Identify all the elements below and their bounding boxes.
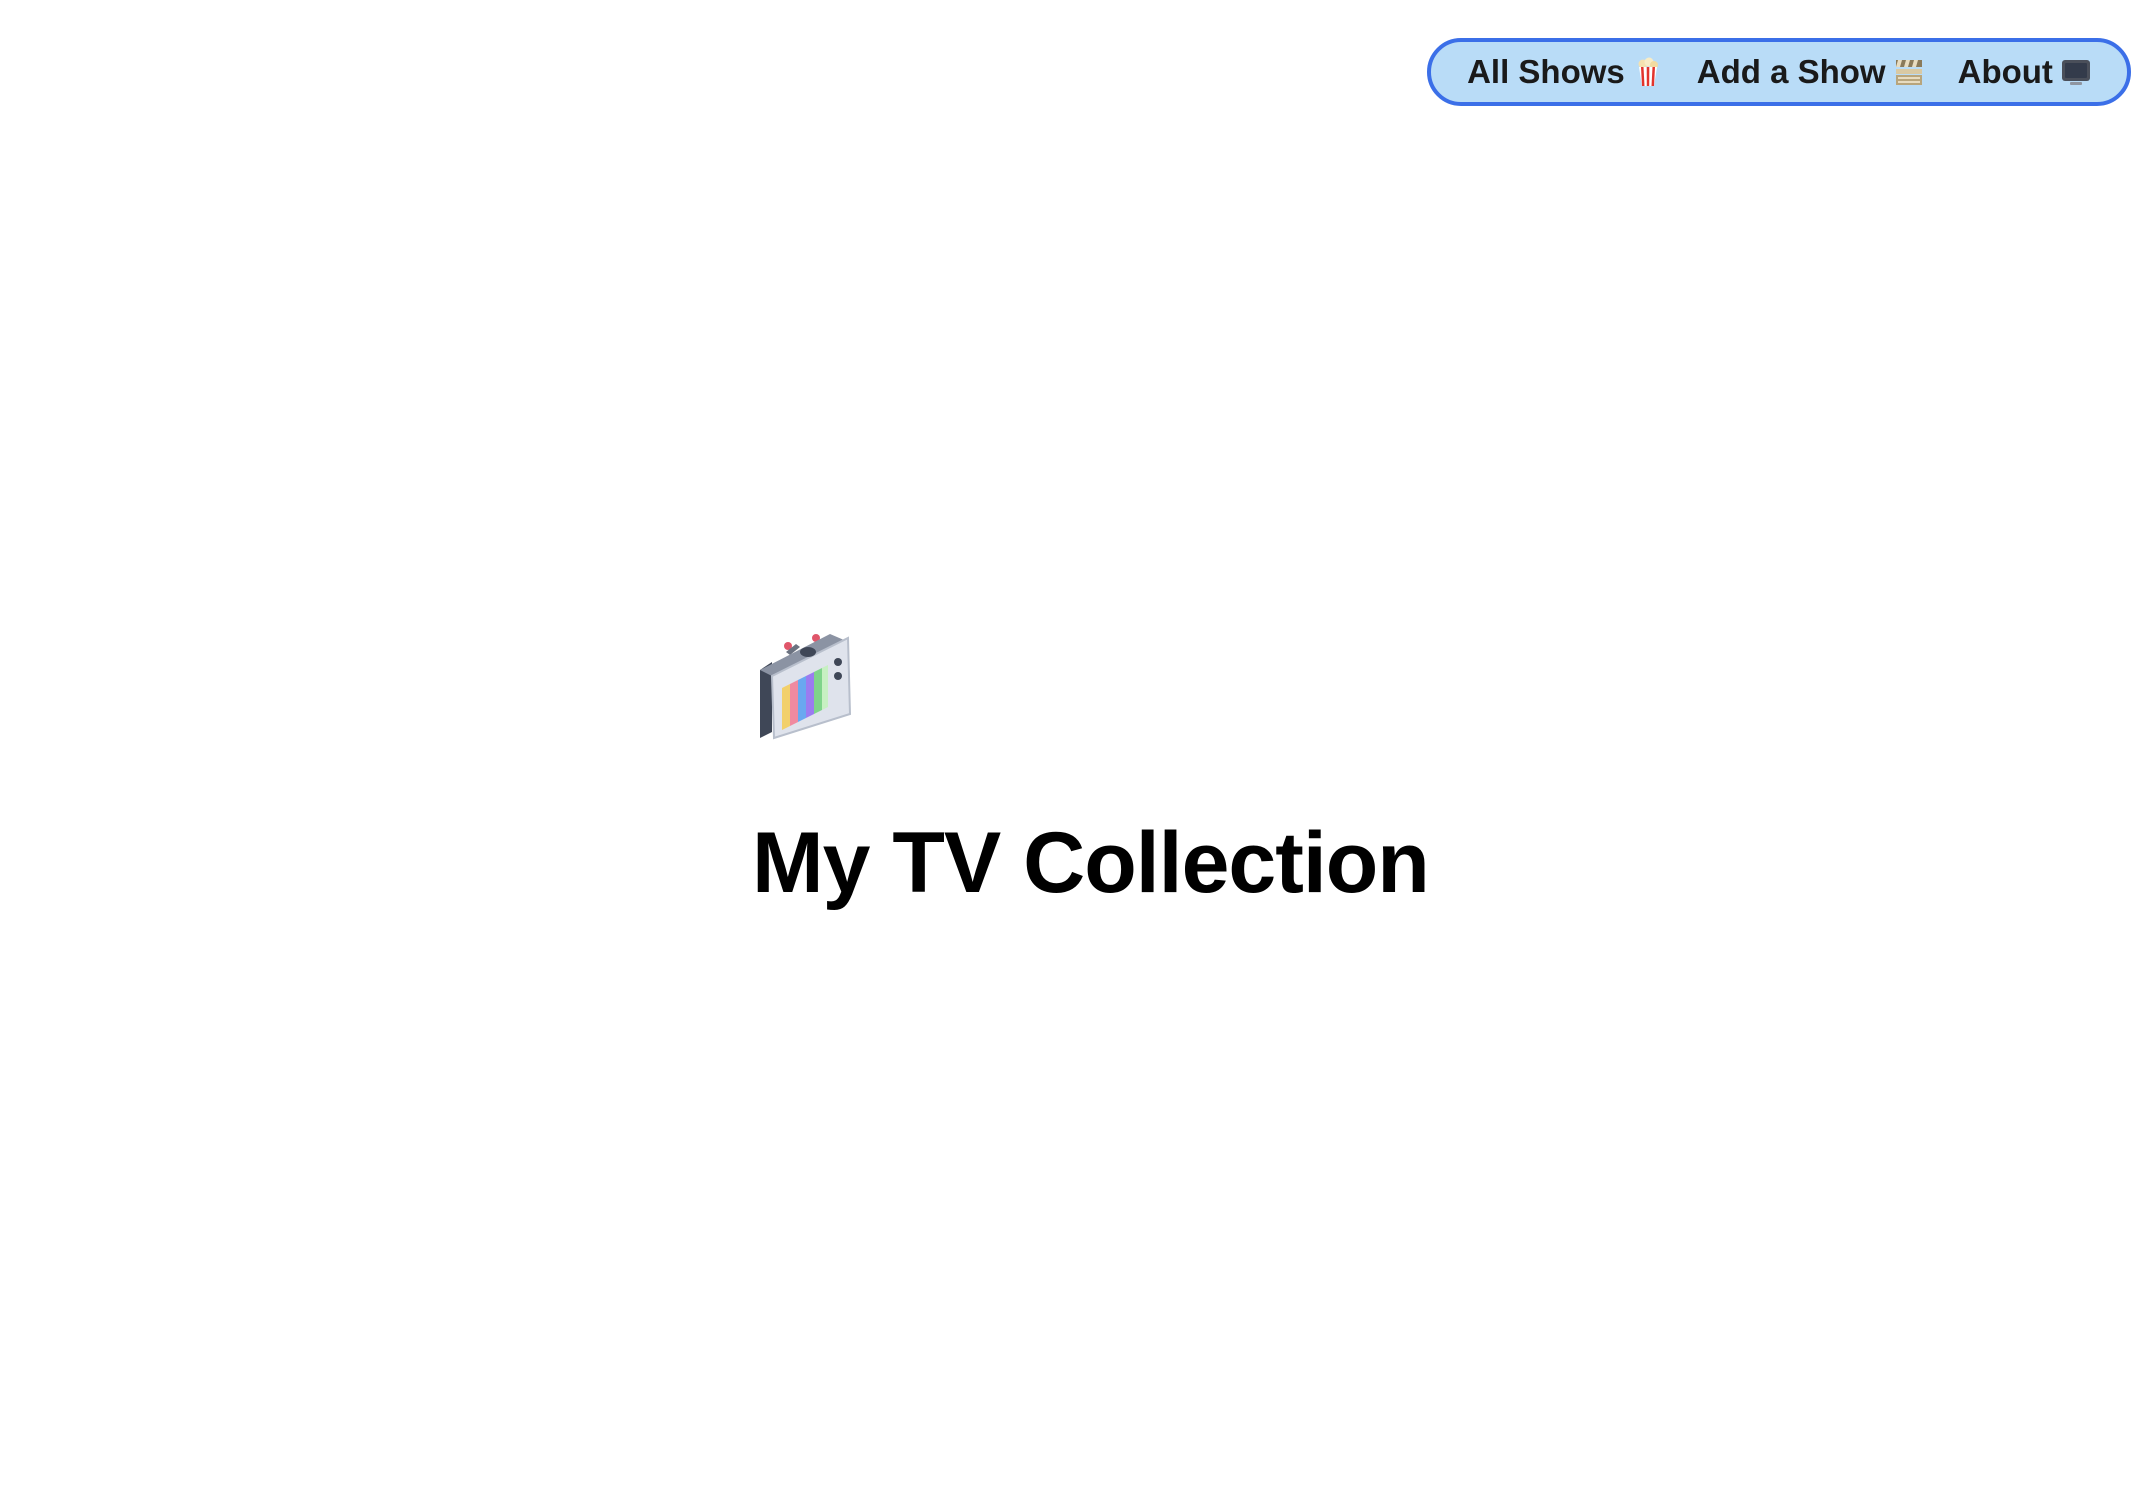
- nav-label-about: About: [1957, 53, 2053, 90]
- nav-label-add-a-show: Add a Show: [1696, 53, 1886, 90]
- hero: My TV Collection: [752, 630, 1452, 906]
- page-title: My TV Collection: [752, 815, 1430, 911]
- clapperboard-icon: [1895, 60, 1922, 85]
- nav-link-all-shows[interactable]: All Shows: [1467, 53, 1663, 91]
- retro-tv-icon: [760, 634, 852, 740]
- popcorn-icon: [1638, 57, 1658, 86]
- main-nav: All Shows Add a Show About: [1427, 38, 2131, 106]
- page: All Shows Add a Show About My TV Collect…: [0, 0, 2156, 1498]
- nav-link-about[interactable]: About: [1958, 53, 2091, 91]
- nav-link-add-a-show[interactable]: Add a Show: [1697, 53, 1924, 91]
- nav-label-all-shows: All Shows: [1467, 53, 1625, 90]
- television-icon: [2061, 60, 2090, 85]
